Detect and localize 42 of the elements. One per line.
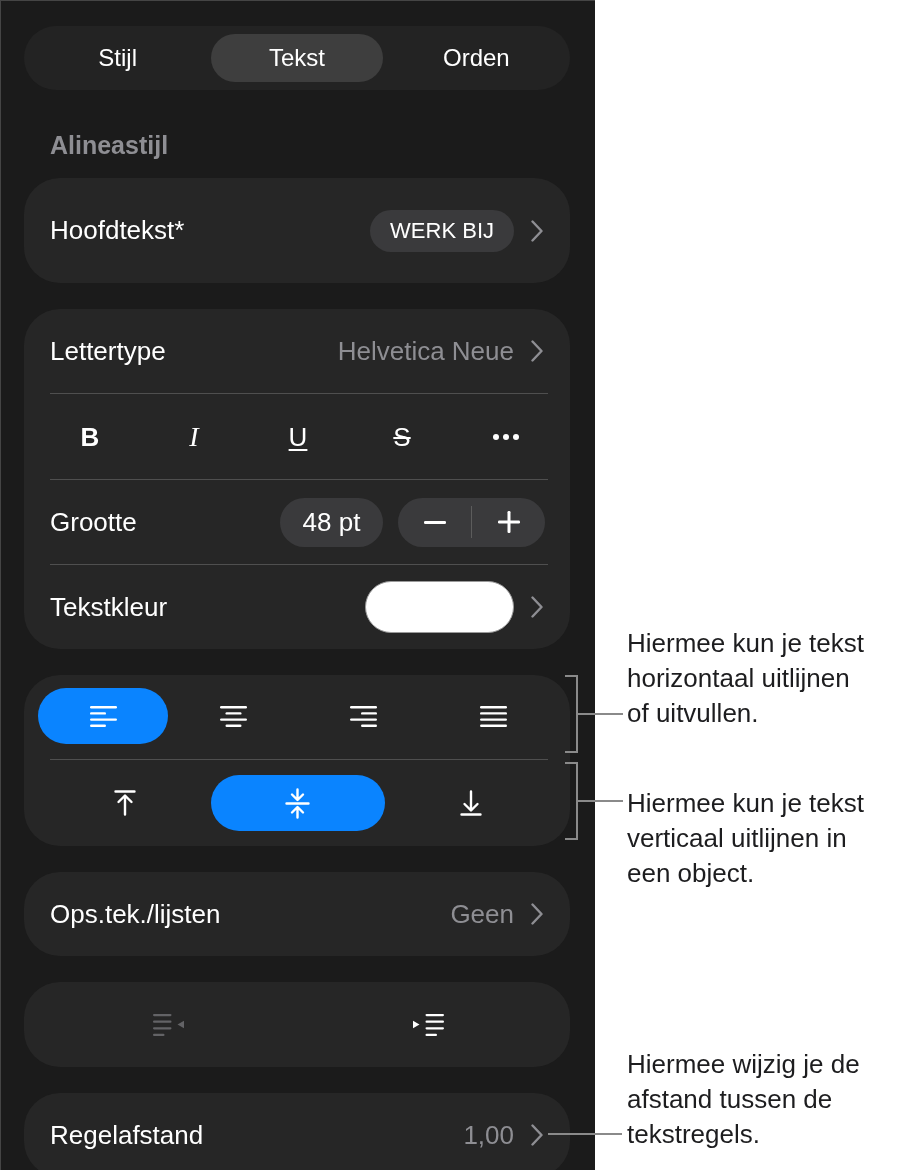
section-heading: Alineastijl — [50, 130, 170, 161]
chevron-icon[interactable] — [531, 596, 543, 618]
size-label: Grootte — [50, 506, 137, 538]
tab[interactable]: Stijl — [32, 34, 204, 82]
increase-indent-icon — [412, 1013, 444, 1036]
callout-text: Hiermee kun je tekst verticaal uitlijnen in een object. — [627, 787, 865, 890]
bullets-value: Geen — [450, 898, 514, 930]
plus-icon — [497, 511, 520, 533]
decrease-indent-icon — [152, 1013, 184, 1036]
ellipsis-icon — [493, 433, 519, 440]
line-spacing-label: Regelafstand — [50, 1119, 204, 1151]
callout-text: Hiermee kun je tekst horizontaal uitlijnen of uitvullen. — [627, 627, 865, 730]
color-swatch[interactable] — [365, 581, 514, 633]
chevron-icon[interactable] — [531, 219, 543, 242]
alignment-button[interactable] — [38, 688, 168, 744]
align-middle-icon — [285, 787, 311, 819]
align-bottom-icon — [460, 790, 483, 816]
line-spacing-value: 1,00 — [463, 1119, 514, 1151]
callout-text: Hiermee wijzig je de afstand tussen de tekstregels. — [627, 1048, 861, 1151]
bullets-label: Ops.tek./lijsten — [50, 898, 221, 930]
minus-icon — [423, 520, 446, 524]
vertical-alignment-button[interactable] — [211, 775, 385, 831]
tab[interactable]: Orden — [390, 34, 562, 82]
font-label: Lettertype — [50, 335, 166, 367]
chevron-icon[interactable] — [531, 340, 543, 362]
chevron-icon[interactable] — [531, 1124, 543, 1146]
update-button[interactable]: WERK BIJ — [370, 209, 514, 252]
tab[interactable]: Tekst — [211, 34, 383, 82]
align-right-icon — [349, 705, 377, 727]
bold-button[interactable]: B — [77, 420, 103, 453]
underline-button[interactable]: U — [285, 420, 311, 453]
italic-button[interactable]: I — [186, 420, 202, 453]
justify-icon — [479, 705, 507, 727]
paragraph-style-name: Hoofdtekst* — [50, 215, 185, 246]
align-left-icon — [89, 705, 117, 727]
align-top-icon — [113, 790, 136, 816]
align-center-icon — [219, 705, 247, 727]
size-field[interactable]: 48 pt — [280, 497, 383, 547]
text-color-label: Tekstkleur — [50, 591, 168, 623]
font-value: Helvetica Neue — [337, 335, 514, 367]
chevron-icon[interactable] — [531, 903, 543, 925]
strikethrough-button[interactable]: S — [390, 420, 414, 453]
